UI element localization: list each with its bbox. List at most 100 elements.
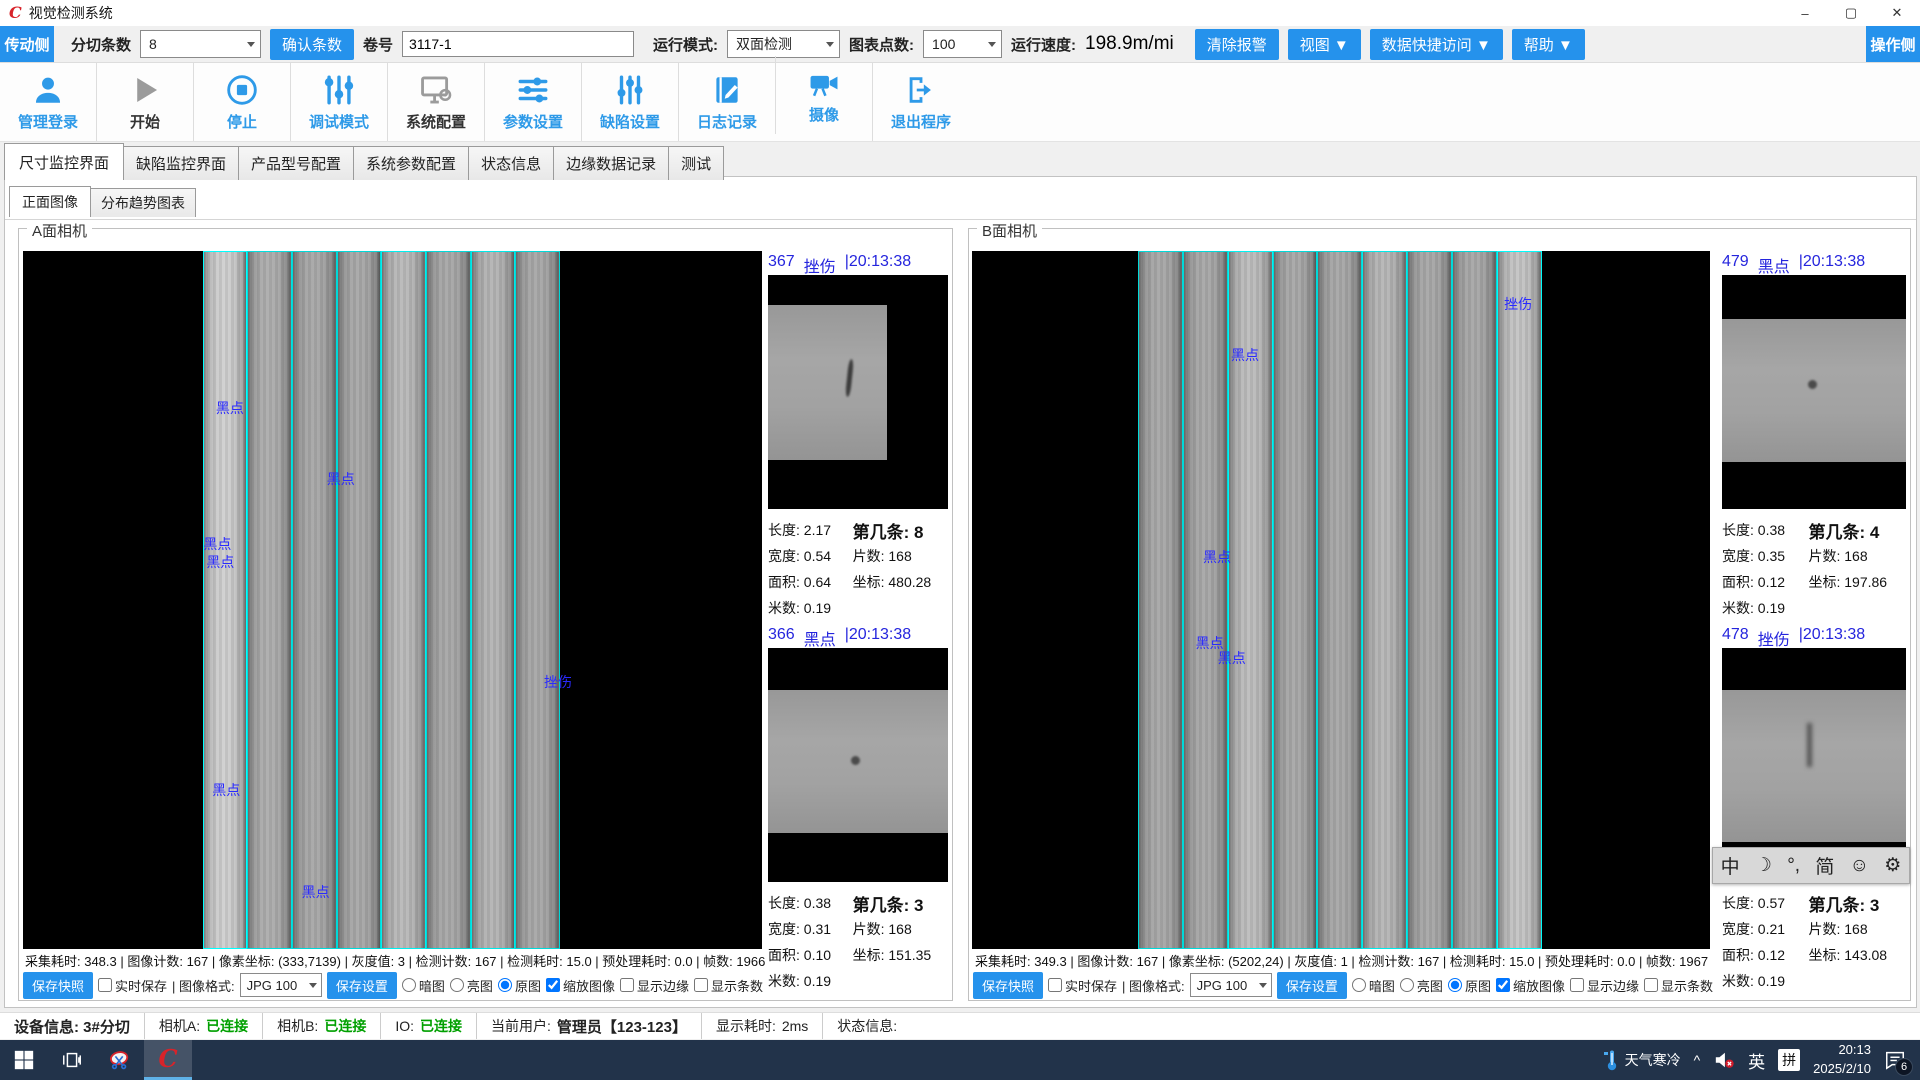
defect-label: 黑点 (1231, 345, 1259, 365)
save-settings-button[interactable]: 保存设置 (1277, 972, 1347, 999)
confirm-count-button[interactable]: 确认条数 (270, 29, 354, 60)
defect-type: 挫伤 (1758, 626, 1790, 650)
parameter-settings-button[interactable]: 参数设置 (484, 63, 581, 141)
bright-image-radio[interactable]: 亮图 (450, 976, 493, 995)
slit-count-combobox[interactable]: 8 (140, 30, 261, 58)
inspection-app-taskbar-button[interactable]: C (144, 1040, 192, 1080)
save-settings-button[interactable]: 保存设置 (327, 972, 397, 999)
taskbar-clock[interactable]: 20:13 2025/2/10 (1813, 1041, 1871, 1079)
defect-time: |20:13:38 (1799, 626, 1865, 644)
admin-login-button[interactable]: 管理登录 (0, 63, 96, 141)
show-edge-checkbox[interactable]: 显示边缘 (1570, 976, 1639, 995)
maximize-button[interactable]: ▢ (1828, 0, 1874, 26)
window-controls: – ▢ ✕ (1782, 0, 1920, 26)
speed-value: 198.9m/mi (1085, 33, 1174, 55)
defect-fields: 长度: 2.17 第几条: 8 宽度: 0.54 片数: 168 面积: 0.6… (768, 509, 948, 621)
operate-side-button[interactable]: 操作侧 (1866, 26, 1920, 62)
tab-defect-monitor[interactable]: 缺陷监控界面 (123, 146, 239, 180)
tool-label: 参数设置 (503, 111, 563, 132)
close-button[interactable]: ✕ (1874, 0, 1920, 26)
zoom-image-checkbox[interactable]: 缩放图像 (1496, 976, 1565, 995)
original-image-radio[interactable]: 原图 (498, 976, 541, 995)
show-edge-checkbox[interactable]: 显示边缘 (620, 976, 689, 995)
strip (203, 251, 248, 949)
ime-lang-toggle[interactable]: 中 (1721, 852, 1740, 879)
defect-label: 黑点 (302, 882, 330, 902)
dark-image-radio[interactable]: 暗图 (1352, 976, 1395, 995)
bright-image-radio[interactable]: 亮图 (1400, 976, 1443, 995)
subtab-trend-chart[interactable]: 分布趋势图表 (90, 188, 196, 217)
slit-count-label: 分切条数 (71, 34, 131, 55)
original-image-radio[interactable]: 原图 (1448, 976, 1491, 995)
field-strip-no: 第几条: 8 (853, 518, 948, 543)
tab-product-model-config[interactable]: 产品型号配置 (238, 146, 354, 180)
snipping-tool-button[interactable] (96, 1040, 144, 1080)
defect-card[interactable]: 478 挫伤 |20:13:38 长度: 0.57 第几条: 3 宽度: 0.2… (1722, 626, 1906, 994)
camera-a-title: A面相机 (27, 220, 92, 241)
start-button[interactable] (0, 1040, 48, 1080)
gear-icon[interactable]: ⚙ (1884, 854, 1901, 877)
defect-type: 挫伤 (804, 253, 836, 277)
image-format-combobox[interactable]: JPG 100 (240, 973, 322, 997)
data-quick-access-button[interactable]: 数据快捷访问 ▼ (1370, 29, 1503, 60)
run-mode-combobox[interactable]: 双面检测 (727, 30, 840, 58)
tab-edge-data-record[interactable]: 边缘数据记录 (553, 146, 669, 180)
defect-card[interactable]: 366 黑点 |20:13:38 长度: 0.38 第几条: 3 宽度: 0.3… (768, 626, 948, 994)
volume-muted-button[interactable] (1713, 1050, 1735, 1070)
log-record-button[interactable]: 日志记录 (678, 63, 775, 141)
defect-settings-button[interactable]: 缺陷设置 (581, 63, 678, 141)
field-length: 长度: 2.17 (768, 520, 853, 540)
start-button[interactable]: 开始 (96, 63, 193, 141)
zoom-image-checkbox[interactable]: 缩放图像 (546, 976, 615, 995)
defect-card[interactable]: 367 挫伤 |20:13:38 长度: 2.17 第几条: 8 宽度: 0.5… (768, 253, 948, 621)
notification-center-button[interactable]: 6 (1884, 1049, 1906, 1071)
camera-b-connection: 相机B:已连接 (263, 1013, 381, 1039)
capture-button[interactable]: 摄像 (775, 56, 872, 134)
tab-size-monitor[interactable]: 尺寸监控界面 (4, 143, 124, 180)
show-count-checkbox[interactable]: 显示条数 (1644, 976, 1713, 995)
ime-mode-indicator[interactable]: 拼 (1778, 1049, 1800, 1071)
drive-side-button[interactable]: 传动侧 (0, 26, 54, 62)
defect-type: 黑点 (804, 626, 836, 650)
exit-program-button[interactable]: 退出程序 (872, 63, 969, 141)
dark-image-radio[interactable]: 暗图 (402, 976, 445, 995)
realtime-save-checkbox[interactable]: 实时保存 (1048, 976, 1117, 995)
simplified-toggle[interactable]: 简 (1815, 852, 1834, 879)
tab-system-param-config[interactable]: 系统参数配置 (353, 146, 469, 180)
strip (1183, 251, 1228, 949)
debug-mode-button[interactable]: 调试模式 (290, 63, 387, 141)
view-menu-button[interactable]: 视图 ▼ (1288, 29, 1361, 60)
chart-points-combobox[interactable]: 100 (923, 30, 1002, 58)
image-format-combobox[interactable]: JPG 100 (1190, 973, 1272, 997)
realtime-save-checkbox[interactable]: 实时保存 (98, 976, 167, 995)
run-mode-label: 运行模式: (653, 34, 718, 55)
ime-language-indicator[interactable]: 英 (1748, 1048, 1765, 1073)
defect-time: |20:13:38 (1799, 253, 1865, 271)
roll-number-input[interactable] (402, 31, 634, 57)
show-count-checkbox[interactable]: 显示条数 (694, 976, 763, 995)
tab-status-info[interactable]: 状态信息 (468, 146, 554, 180)
minimize-button[interactable]: – (1782, 0, 1828, 26)
field-meters: 米数: 0.19 (768, 598, 853, 618)
save-snapshot-button[interactable]: 保存快照 (973, 972, 1043, 999)
emoji-icon[interactable]: ☺ (1850, 855, 1869, 877)
save-snapshot-button[interactable]: 保存快照 (23, 972, 93, 999)
field-strip-no: 第几条: 3 (853, 891, 948, 916)
help-menu-button[interactable]: 帮助 ▼ (1512, 29, 1585, 60)
stop-button[interactable]: 停止 (193, 63, 290, 141)
weather-widget[interactable]: 天气寒冷 (1603, 1049, 1681, 1071)
tab-test[interactable]: 测试 (668, 146, 724, 180)
strip (247, 251, 292, 949)
field-pieces: 片数: 168 (1808, 546, 1906, 566)
main-toolbar: 传动侧 分切条数 8 确认条数 卷号 运行模式: 双面检测 图表点数: 100 … (0, 26, 1920, 63)
task-view-button[interactable] (48, 1040, 96, 1080)
main-tab-strip: 尺寸监控界面 缺陷监控界面 产品型号配置 系统参数配置 状态信息 边缘数据记录 … (4, 146, 723, 180)
defect-card[interactable]: 479 黑点 |20:13:38 长度: 0.38 第几条: 4 宽度: 0.3… (1722, 253, 1906, 621)
hidden-icons-chevron[interactable]: ^ (1694, 1052, 1701, 1068)
punctuation-toggle[interactable]: °, (1787, 855, 1800, 877)
clear-alarm-button[interactable]: 清除报警 (1195, 29, 1279, 60)
moon-icon[interactable]: ☽ (1755, 854, 1772, 877)
app-logo-icon: C (158, 1044, 177, 1073)
subtab-front-image[interactable]: 正面图像 (9, 186, 91, 217)
system-config-button[interactable]: 系统配置 (387, 63, 484, 141)
